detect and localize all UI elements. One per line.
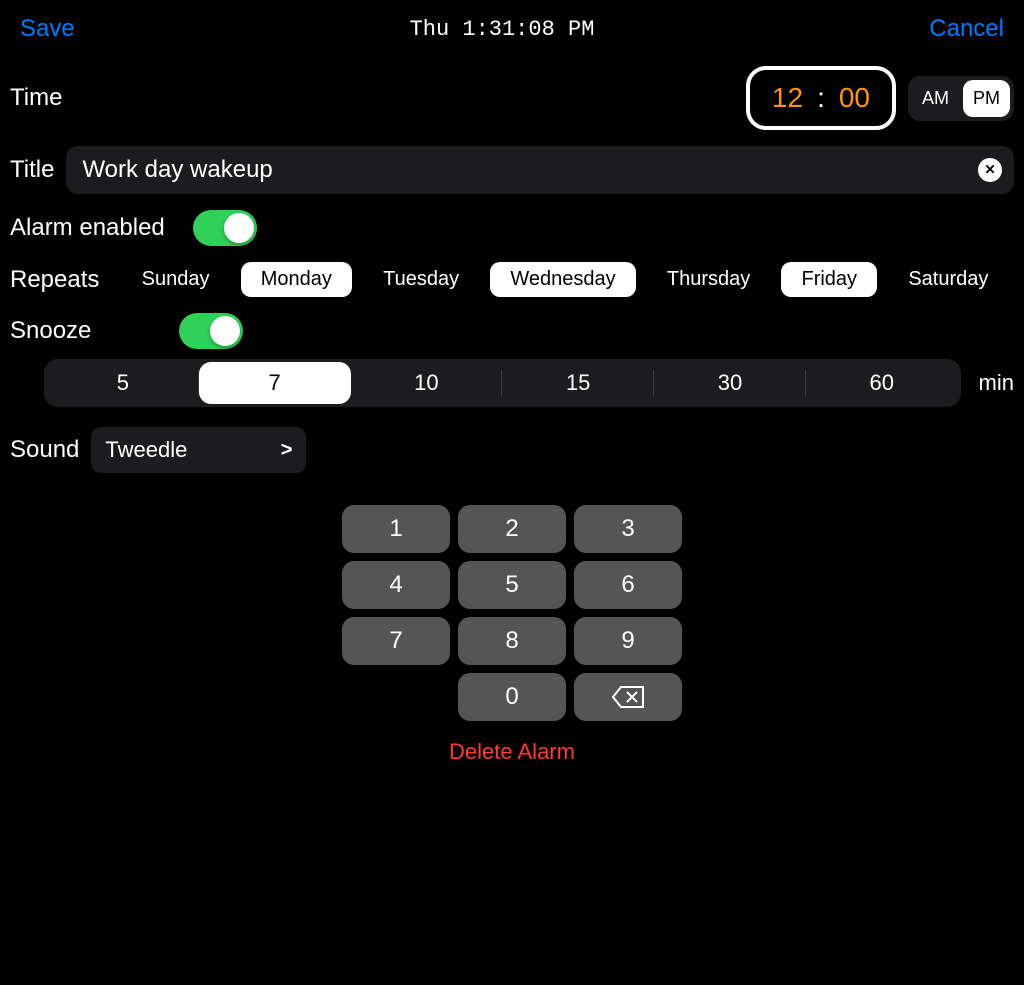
snooze-duration-segment[interactable]: 5710153060: [44, 359, 961, 407]
keypad-backspace[interactable]: [574, 673, 682, 721]
delete-alarm-button[interactable]: Delete Alarm: [449, 739, 575, 765]
toggle-knob: [210, 316, 240, 346]
keypad-1[interactable]: 1: [342, 505, 450, 553]
snooze-option-10[interactable]: 10: [351, 362, 503, 404]
snooze-option-30[interactable]: 30: [654, 362, 806, 404]
day-toggle-sunday[interactable]: Sunday: [122, 262, 230, 297]
keypad-0[interactable]: 0: [458, 673, 566, 721]
keypad-2[interactable]: 2: [458, 505, 566, 553]
sound-value: Tweedle: [105, 437, 187, 463]
am-button[interactable]: AM: [912, 80, 959, 117]
day-toggle-tuesday[interactable]: Tuesday: [363, 262, 479, 297]
alarm-enabled-label: Alarm enabled: [10, 214, 165, 242]
keypad-3[interactable]: 3: [574, 505, 682, 553]
cancel-button[interactable]: Cancel: [929, 15, 1004, 43]
day-toggle-thursday[interactable]: Thursday: [647, 262, 770, 297]
keypad-9[interactable]: 9: [574, 617, 682, 665]
snooze-option-7[interactable]: 7: [199, 362, 351, 404]
header-clock: Thu 1:31:08 PM: [410, 17, 595, 42]
time-minute[interactable]: 00: [831, 80, 878, 116]
keypad-7[interactable]: 7: [342, 617, 450, 665]
day-toggle-saturday[interactable]: Saturday: [888, 262, 1008, 297]
keypad-8[interactable]: 8: [458, 617, 566, 665]
time-hour[interactable]: 12: [764, 80, 811, 116]
snooze-option-5[interactable]: 5: [47, 362, 199, 404]
repeats-label: Repeats: [10, 266, 110, 294]
sound-selector[interactable]: Tweedle >: [91, 427, 306, 473]
chevron-right-icon: >: [281, 439, 293, 462]
clear-title-button[interactable]: ✕: [978, 158, 1002, 182]
time-separator: :: [817, 82, 825, 114]
save-button[interactable]: Save: [20, 15, 75, 43]
day-toggle-monday[interactable]: Monday: [241, 262, 352, 297]
ampm-toggle[interactable]: AM PM: [908, 76, 1014, 121]
title-label: Title: [10, 156, 54, 184]
number-keypad: 123 456 789 0: [342, 505, 682, 721]
close-icon: ✕: [984, 162, 995, 178]
title-input[interactable]: [78, 146, 978, 194]
day-toggle-wednesday[interactable]: Wednesday: [490, 262, 635, 297]
pm-button[interactable]: PM: [963, 80, 1010, 117]
day-toggle-friday[interactable]: Friday: [781, 262, 877, 297]
snooze-option-15[interactable]: 15: [502, 362, 654, 404]
time-label: Time: [10, 84, 105, 112]
keypad-5[interactable]: 5: [458, 561, 566, 609]
snooze-option-60[interactable]: 60: [806, 362, 958, 404]
time-picker[interactable]: 12 : 00: [746, 66, 896, 130]
keypad-6[interactable]: 6: [574, 561, 682, 609]
keypad-4[interactable]: 4: [342, 561, 450, 609]
alarm-enabled-toggle[interactable]: [193, 210, 257, 246]
snooze-toggle[interactable]: [179, 313, 243, 349]
backspace-icon: [611, 685, 645, 709]
sound-label: Sound: [10, 436, 79, 464]
snooze-unit-label: min: [979, 370, 1014, 396]
snooze-label: Snooze: [10, 317, 91, 345]
toggle-knob: [224, 213, 254, 243]
